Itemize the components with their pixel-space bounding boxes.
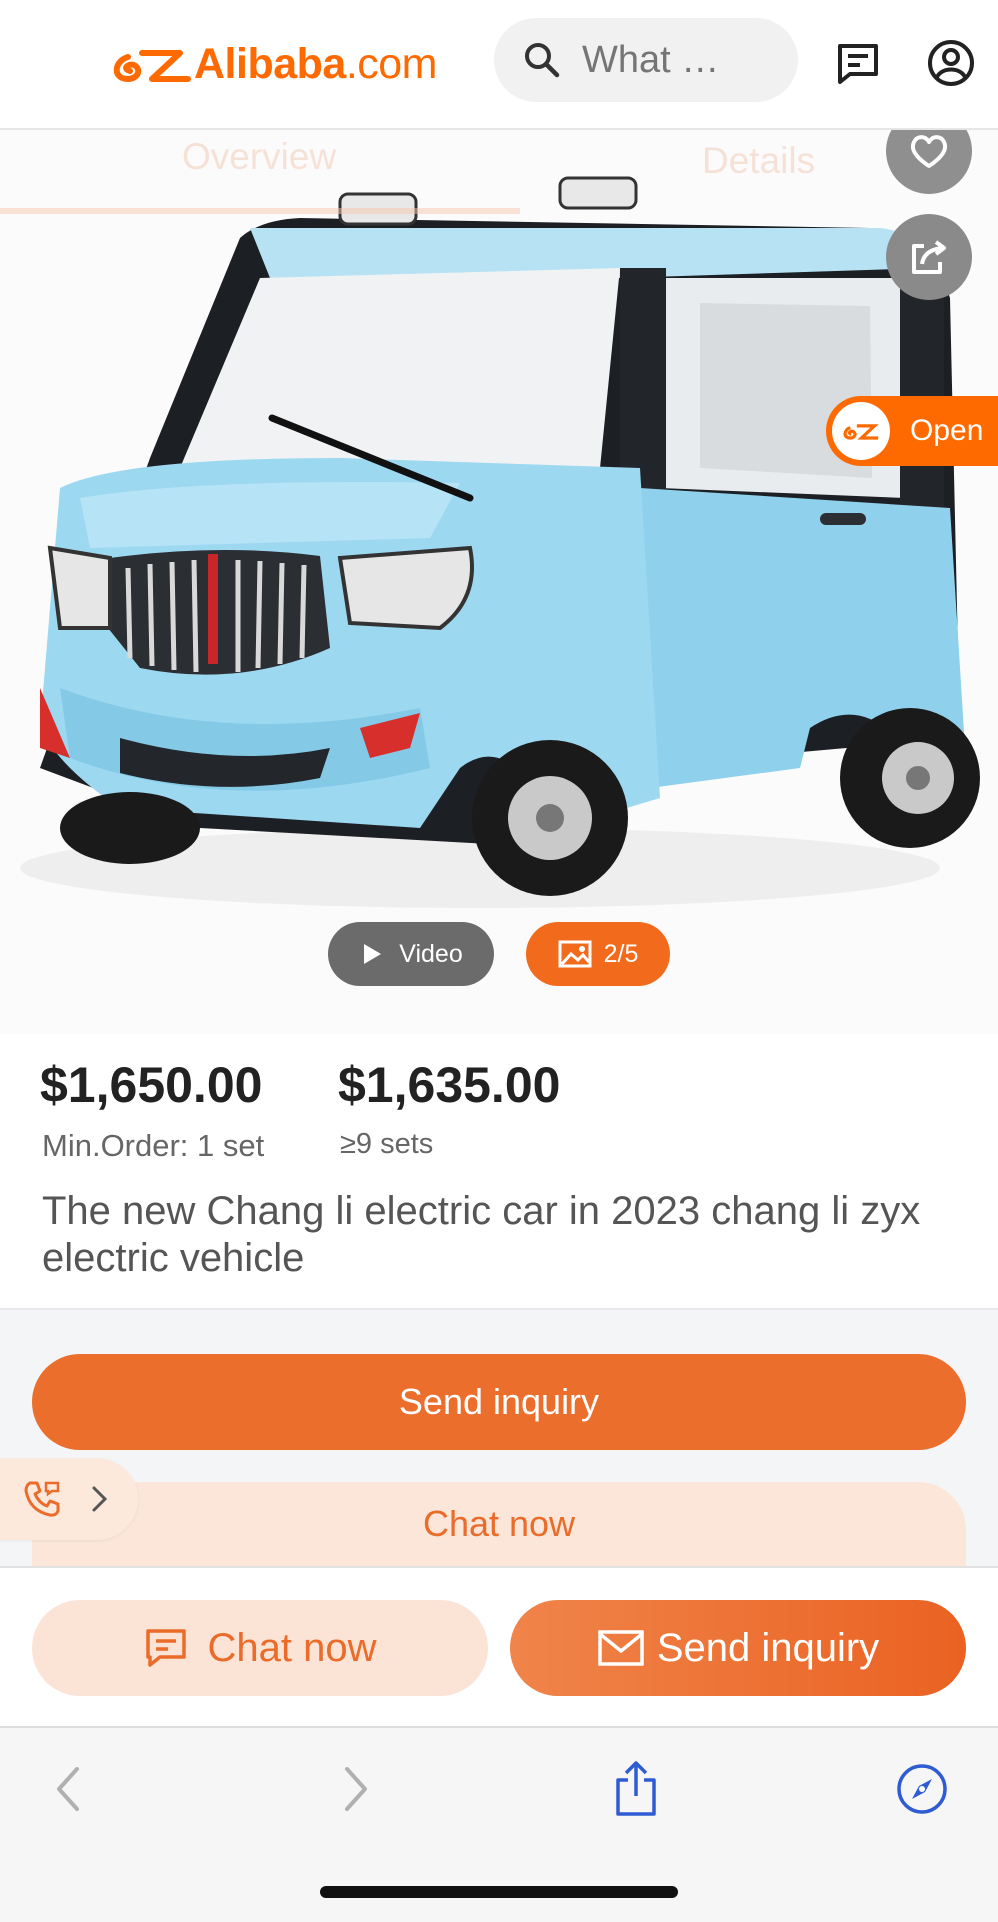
logo-domain: .com	[345, 39, 438, 88]
send-inquiry-button[interactable]: Send inquiry	[32, 1354, 966, 1450]
alibaba-app-icon	[832, 402, 890, 460]
browser-compass-button[interactable]	[894, 1760, 950, 1818]
sticky-chat-now-label: Chat now	[207, 1625, 377, 1670]
price-tier-1: $1,650.00	[40, 1057, 263, 1113]
sticky-chat-now-button[interactable]: Chat now	[32, 1600, 488, 1696]
browser-forward-button[interactable]	[328, 1760, 384, 1818]
image-icon	[558, 940, 592, 968]
active-tab-indicator	[0, 208, 520, 214]
message-icon	[838, 44, 878, 84]
chevron-right-icon	[92, 1486, 108, 1512]
search-icon	[525, 43, 560, 78]
tab-overview[interactable]: Overview	[182, 136, 336, 178]
product-title: The new Chang li electric car in 2023 ch…	[42, 1189, 921, 1280]
logo-wordmark: Alibaba.com	[194, 39, 438, 89]
sticky-send-inquiry-label: Send inquiry	[656, 1625, 880, 1670]
chat-now-button[interactable]: Chat now	[32, 1482, 966, 1566]
price-tier-1-condition: Min.Order: 1 set	[42, 1128, 265, 1163]
home-indicator	[320, 1886, 678, 1898]
price-tier-2-condition: ≥9 sets	[340, 1128, 434, 1160]
send-inquiry-label: Send inquiry	[398, 1381, 600, 1422]
account-icon	[928, 40, 974, 86]
product-photo-electric-car	[20, 176, 980, 908]
video-button[interactable]: Video	[328, 922, 494, 986]
share-button[interactable]	[886, 214, 972, 300]
call-supplier-button[interactable]	[0, 1458, 138, 1540]
compass-icon	[897, 1764, 947, 1814]
chat-bubble-icon	[145, 1629, 186, 1667]
mail-icon	[598, 1630, 644, 1666]
play-icon	[364, 944, 382, 964]
share-icon	[912, 240, 946, 274]
video-label: Video	[399, 939, 463, 968]
search-bar[interactable]	[494, 18, 798, 102]
phone-icon	[24, 1481, 60, 1517]
gallery-counter-button[interactable]: 2/5	[526, 922, 670, 986]
sticky-send-inquiry-button[interactable]: Send inquiry	[510, 1600, 966, 1696]
account-button[interactable]	[926, 38, 976, 88]
messages-button[interactable]	[834, 40, 882, 88]
gallery-counter: 2/5	[603, 939, 639, 968]
search-input[interactable]	[580, 37, 784, 83]
tab-details[interactable]: Details	[702, 140, 815, 182]
price-tier-2: $1,635.00	[338, 1057, 561, 1113]
browser-share-icon	[616, 1761, 656, 1816]
browser-forward-icon	[345, 1767, 367, 1811]
open-in-app-button[interactable]: Open	[826, 396, 998, 466]
browser-share-button[interactable]	[608, 1760, 664, 1818]
heart-icon	[910, 135, 948, 168]
section-tabs: Overview Details	[0, 128, 998, 214]
browser-back-icon	[57, 1767, 79, 1811]
browser-back-button[interactable]	[40, 1760, 96, 1818]
chat-now-label: Chat now	[422, 1503, 576, 1544]
open-label: Open	[910, 414, 984, 447]
alibaba-logo[interactable]: Alibaba.com	[108, 36, 448, 92]
product-image-carousel[interactable]	[0, 128, 998, 1034]
logo-brand: Alibaba	[194, 39, 346, 88]
alibaba-mark-icon	[113, 50, 191, 83]
